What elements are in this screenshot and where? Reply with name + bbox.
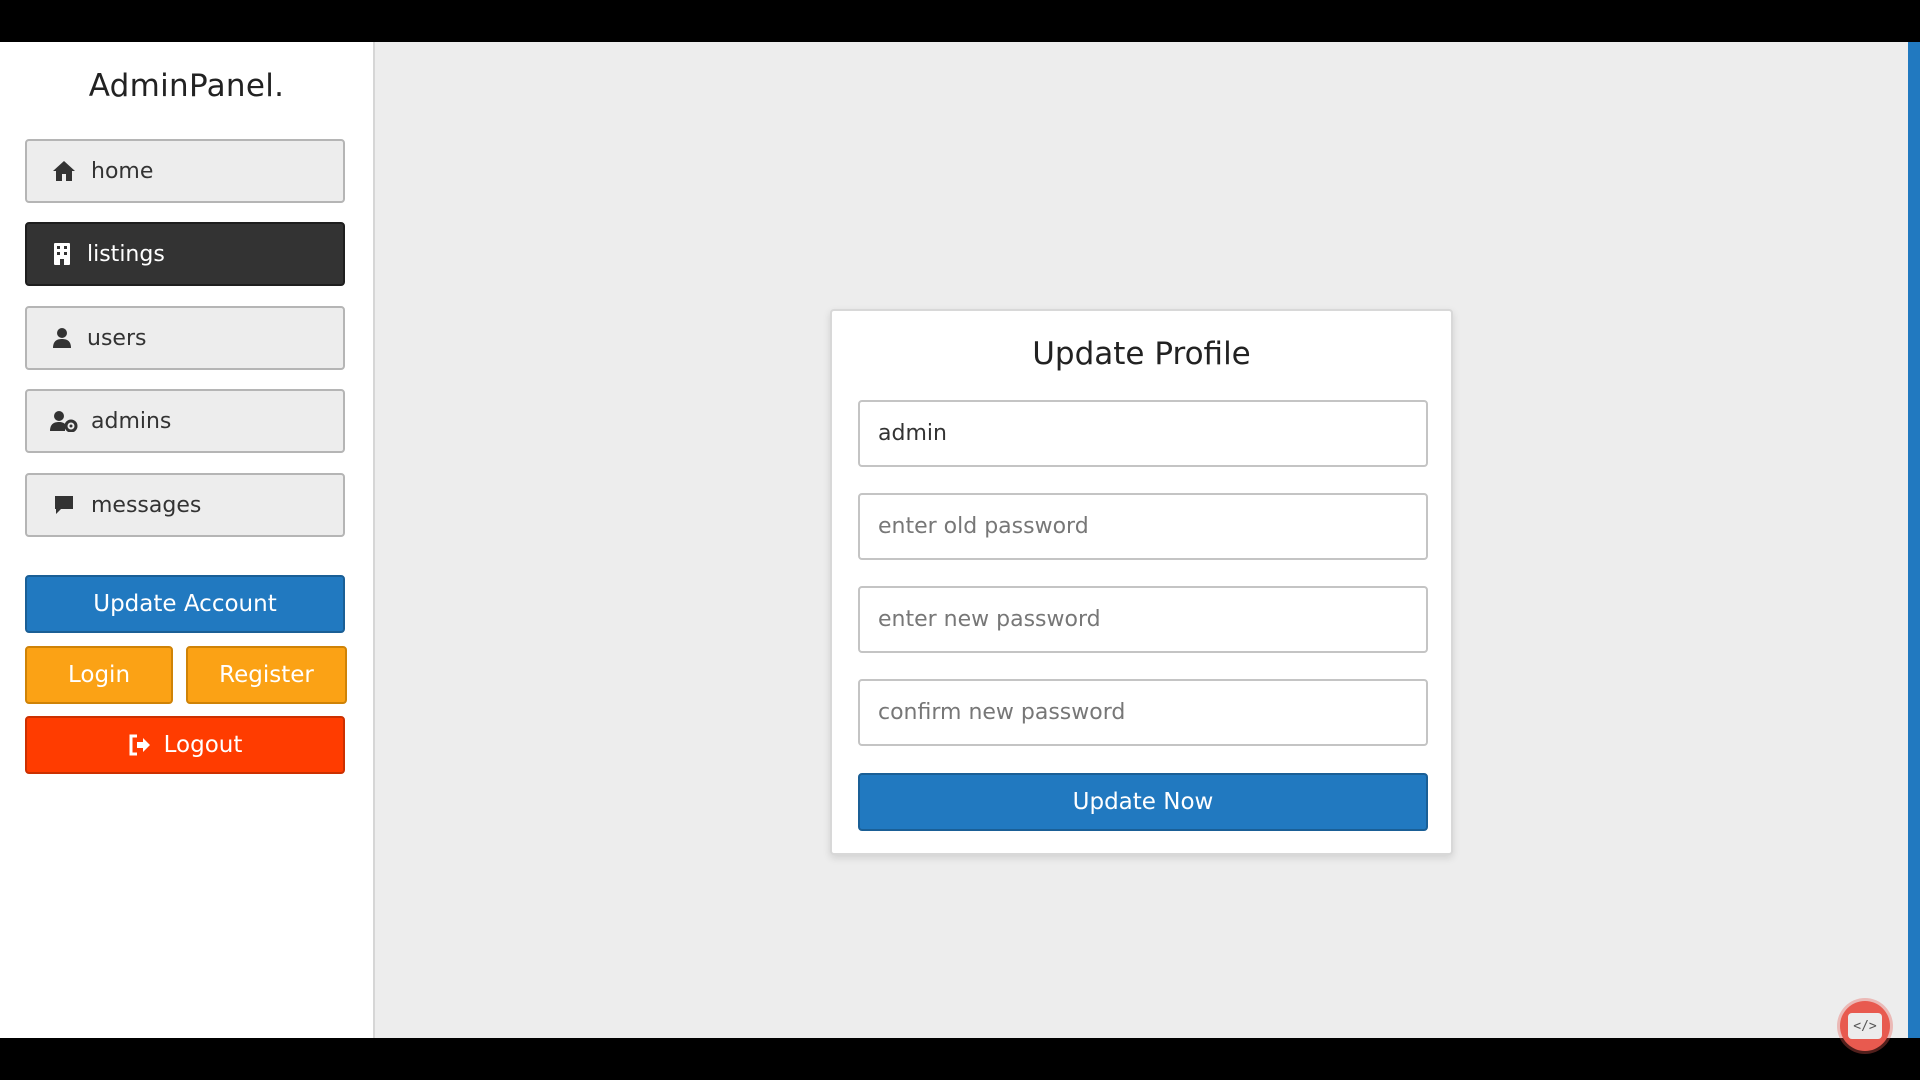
new-password-field[interactable] [858, 586, 1428, 653]
login-button[interactable]: Login [25, 646, 173, 704]
update-profile-card: Update Profile Update Now [830, 309, 1453, 855]
register-button[interactable]: Register [186, 646, 347, 704]
sidebar-item-users[interactable]: users [25, 306, 345, 370]
old-password-field[interactable] [858, 493, 1428, 560]
sidebar-item-label: admins [91, 408, 172, 434]
sidebar-item-label: listings [87, 241, 165, 267]
sidebar-item-label: messages [91, 492, 202, 518]
logout-button[interactable]: Logout [25, 716, 345, 774]
building-icon [47, 241, 77, 267]
confirm-password-field[interactable] [858, 679, 1428, 746]
home-icon [49, 158, 79, 184]
update-now-button[interactable]: Update Now [858, 773, 1428, 831]
user-icon [47, 325, 77, 351]
user-gear-icon [49, 408, 79, 434]
sidebar-item-messages[interactable]: messages [25, 473, 345, 537]
sidebar-item-admins[interactable]: admins [25, 389, 345, 453]
code-icon: </> [1848, 1013, 1882, 1039]
app-frame: AdminPanel. home listings users admins m… [0, 42, 1920, 1051]
sign-out-icon [128, 734, 152, 756]
logout-label: Logout [163, 732, 243, 758]
sidebar: AdminPanel. home listings users admins m… [0, 42, 375, 1038]
comment-icon [49, 492, 79, 518]
right-edge-strip [1908, 42, 1920, 1038]
sidebar-item-label: users [87, 325, 147, 351]
code-widget-button[interactable]: </> [1840, 1001, 1890, 1051]
form-title: Update Profile [1032, 336, 1251, 372]
username-field[interactable] [858, 400, 1428, 467]
sidebar-item-listings[interactable]: listings [25, 222, 345, 286]
sidebar-item-label: home [91, 158, 154, 184]
brand-logo[interactable]: AdminPanel. [0, 68, 373, 104]
sidebar-item-home[interactable]: home [25, 139, 345, 203]
update-account-button[interactable]: Update Account [25, 575, 345, 633]
